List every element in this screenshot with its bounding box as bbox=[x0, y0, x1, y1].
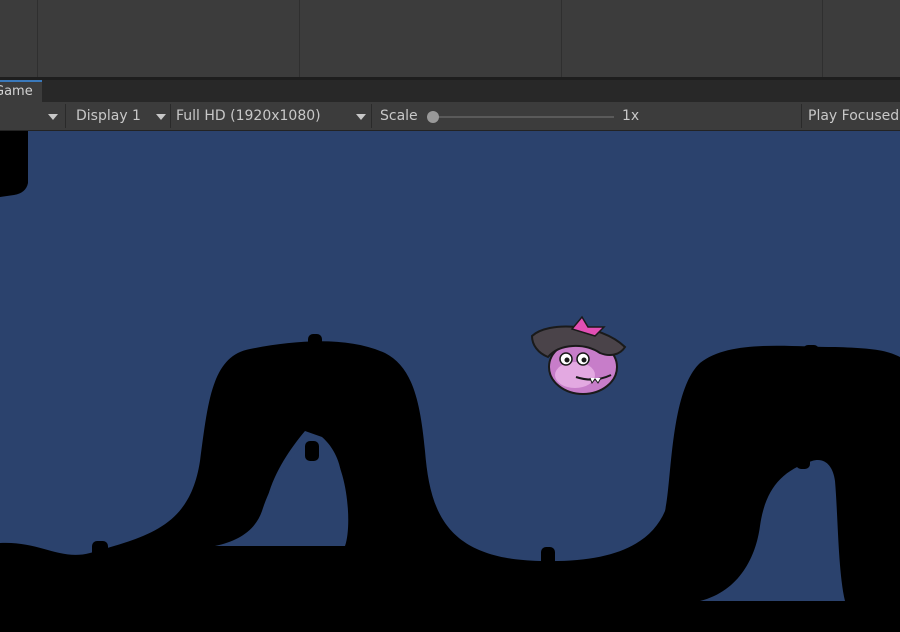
scale-value: 1x bbox=[622, 108, 640, 124]
display-dropdown-label: Display 1 bbox=[76, 108, 141, 124]
toolbar-divider bbox=[561, 0, 562, 77]
chevron-down-icon bbox=[156, 114, 166, 120]
toolbar-separator bbox=[801, 104, 802, 128]
tab-game-label: Game bbox=[0, 84, 33, 99]
terrain-top-left bbox=[0, 131, 28, 197]
chevron-down-icon bbox=[356, 114, 366, 120]
game-scene bbox=[0, 131, 900, 632]
terrain-knob bbox=[796, 451, 810, 469]
terrain-knob bbox=[541, 611, 555, 632]
game-viewport[interactable] bbox=[0, 131, 900, 632]
scale-slider-knob[interactable] bbox=[427, 111, 439, 123]
play-mode-dropdown[interactable]: Play Focused bbox=[808, 102, 899, 130]
play-mode-label: Play Focused bbox=[808, 108, 900, 124]
terrain-knob bbox=[803, 345, 819, 363]
terrain-knob bbox=[541, 547, 555, 567]
resolution-dropdown[interactable]: Full HD (1920x1080) bbox=[176, 102, 366, 130]
scale-label: Scale bbox=[380, 108, 418, 124]
tab-strip: Game bbox=[0, 80, 900, 102]
toolbar-divider bbox=[822, 0, 823, 77]
toolbar-separator bbox=[65, 104, 66, 128]
tab-game[interactable]: Game bbox=[0, 80, 42, 102]
chevron-down-icon[interactable] bbox=[48, 114, 58, 120]
display-dropdown[interactable]: Display 1 bbox=[76, 102, 166, 130]
toolbar-divider bbox=[37, 0, 38, 77]
scale-slider-track[interactable] bbox=[433, 116, 614, 118]
game-view-toolbar: Display 1 Full HD (1920x1080) Scale 1x P… bbox=[0, 102, 900, 131]
terrain-knob bbox=[305, 441, 319, 461]
editor-main-toolbar bbox=[0, 0, 900, 77]
toolbar-separator bbox=[371, 104, 372, 128]
toolbar-divider bbox=[299, 0, 300, 77]
player-character bbox=[530, 315, 627, 395]
toolbar-separator bbox=[170, 104, 171, 128]
terrain-knob bbox=[92, 541, 108, 559]
resolution-dropdown-label: Full HD (1920x1080) bbox=[176, 108, 321, 124]
terrain-knob bbox=[308, 334, 322, 354]
